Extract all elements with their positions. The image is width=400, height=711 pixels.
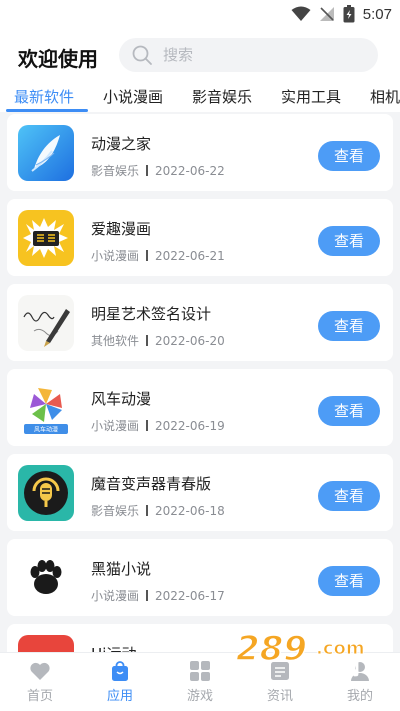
nav-label: 应用	[106, 689, 133, 704]
app-date: 2022-06-19	[155, 419, 225, 433]
watermark-logo: 289	[236, 629, 307, 669]
app-date: 2022-06-20	[155, 334, 225, 348]
aiqu-comic-icon	[18, 210, 74, 266]
search-bar[interactable]	[119, 38, 378, 72]
meta-divider	[146, 250, 149, 261]
app-name: 魔音变声器青春版	[91, 475, 212, 493]
app-meta: 影音娱乐 2022-06-18	[91, 502, 225, 519]
battery-icon	[343, 5, 355, 23]
status-time: 5:07	[362, 5, 392, 23]
watermark-tagline: 手游网	[314, 660, 359, 678]
app-date: 2022-06-17	[155, 589, 225, 603]
no-signal-icon	[319, 6, 335, 22]
red-app-icon	[18, 635, 74, 652]
app-meta: 小说漫画 2022-06-17	[91, 587, 225, 604]
app-date: 2022-06-21	[155, 249, 225, 263]
app-name: 明星艺术签名设计	[91, 305, 212, 323]
app-category: 影音娱乐	[91, 164, 140, 178]
site-watermark: 289 .com 手游网	[235, 628, 365, 678]
app-date: 2022-06-18	[155, 504, 225, 518]
tab-audio-video[interactable]: 影音娱乐	[192, 86, 252, 107]
app-list: 动漫之家 影音娱乐 2022-06-22 查看 爱趣漫画 小说漫画 2022-06-…	[0, 112, 400, 652]
nav-home[interactable]: 首页	[0, 653, 80, 711]
view-button[interactable]: 查看	[318, 226, 380, 256]
signature-pen-icon	[18, 295, 74, 351]
view-button[interactable]: 查看	[318, 481, 380, 511]
list-item[interactable]: 风车动漫 风车动漫 小说漫画 2022-06-19 查看	[7, 369, 393, 446]
wifi-icon	[291, 6, 311, 22]
pinwheel-icon: 风车动漫	[18, 380, 74, 436]
view-button[interactable]: 查看	[318, 396, 380, 426]
cat-paw-icon	[18, 550, 74, 606]
meta-divider	[146, 590, 149, 601]
app-meta: 其他软件 2022-06-20	[91, 332, 225, 349]
nav-label: 我的	[346, 689, 373, 704]
meta-divider	[146, 335, 149, 346]
nav-apps[interactable]: 应用	[80, 653, 160, 711]
list-item[interactable]: 动漫之家 影音娱乐 2022-06-22 查看	[7, 114, 393, 191]
app-name: 爱趣漫画	[91, 220, 152, 238]
view-button[interactable]: 查看	[318, 311, 380, 341]
bag-icon	[109, 660, 131, 682]
page-title: 欢迎使用	[18, 47, 98, 71]
nav-label: 游戏	[186, 689, 213, 704]
nav-label: 资讯	[266, 689, 293, 704]
app-name: 动漫之家	[91, 135, 152, 153]
feather-icon	[18, 125, 74, 181]
app-category: 小说漫画	[91, 589, 140, 603]
nav-label: 首页	[26, 689, 53, 704]
tab-novels-comics[interactable]: 小说漫画	[103, 86, 163, 107]
app-meta: 小说漫画 2022-06-21	[91, 247, 225, 264]
app-date: 2022-06-22	[155, 164, 225, 178]
grid-icon	[189, 660, 211, 682]
tab-utilities[interactable]: 实用工具	[281, 86, 341, 107]
icon-caption: 风车动漫	[34, 426, 58, 434]
app-meta: 小说漫画 2022-06-19	[91, 417, 225, 434]
app-name: Hi运动	[91, 643, 136, 652]
list-item[interactable]: 爱趣漫画 小说漫画 2022-06-21 查看	[7, 199, 393, 276]
app-meta: 影音娱乐 2022-06-22	[91, 162, 225, 179]
view-button[interactable]: 查看	[318, 141, 380, 171]
header: 欢迎使用	[0, 30, 400, 80]
category-tabs: 最新软件 小说漫画 影音娱乐 实用工具 相机	[0, 80, 400, 112]
meta-divider	[146, 165, 149, 176]
list-item[interactable]: 明星艺术签名设计 其他软件 2022-06-20 查看	[7, 284, 393, 361]
tab-latest-software[interactable]: 最新软件	[14, 86, 74, 107]
search-icon	[131, 44, 153, 66]
watermark-domain: .com	[316, 638, 365, 659]
app-name: 风车动漫	[91, 390, 152, 408]
meta-divider	[146, 420, 149, 431]
status-bar: 5:07	[0, 0, 400, 30]
meta-divider	[146, 505, 149, 516]
app-category: 小说漫画	[91, 249, 140, 263]
nav-games[interactable]: 游戏	[160, 653, 240, 711]
list-item[interactable]: 黑猫小说 小说漫画 2022-06-17 查看	[7, 539, 393, 616]
tab-camera[interactable]: 相机	[370, 86, 400, 107]
view-button[interactable]: 查看	[318, 566, 380, 596]
app-category: 影音娱乐	[91, 504, 140, 518]
heart-icon	[29, 660, 51, 682]
list-item[interactable]: 魔音变声器青春版 影音娱乐 2022-06-18 查看	[7, 454, 393, 531]
microphone-icon	[18, 465, 74, 521]
app-category: 其他软件	[91, 334, 140, 348]
app-category: 小说漫画	[91, 419, 140, 433]
app-name: 黑猫小说	[91, 560, 152, 578]
search-input[interactable]	[163, 46, 363, 64]
